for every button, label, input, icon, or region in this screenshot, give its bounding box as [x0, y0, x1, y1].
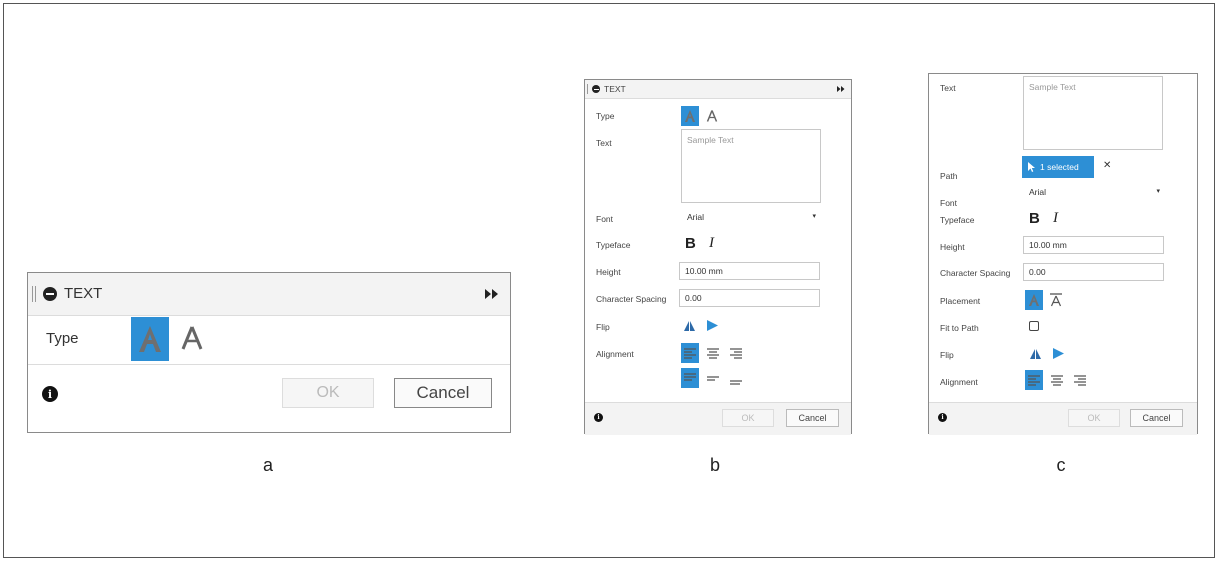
- flip-horizontal-icon[interactable]: [1052, 347, 1064, 359]
- text-type-button[interactable]: [131, 317, 169, 361]
- collapse-icon[interactable]: [592, 85, 600, 93]
- align-center-icon[interactable]: [705, 345, 721, 361]
- font-value: Arial: [1029, 187, 1047, 197]
- collapse-icon[interactable]: [43, 287, 57, 301]
- character-spacing-label: Character Spacing: [596, 294, 667, 304]
- text-label: Text: [940, 83, 956, 93]
- dialog-title: TEXT: [604, 84, 626, 94]
- path-label: Path: [940, 171, 958, 181]
- drag-handle[interactable]: [587, 84, 589, 94]
- font-label: Font: [596, 214, 614, 224]
- align-left-button[interactable]: [681, 343, 699, 363]
- cursor-icon: [1028, 162, 1035, 172]
- flip-label: Flip: [596, 322, 610, 332]
- align-right-icon[interactable]: [728, 345, 744, 361]
- dropdown-arrow-icon: ▾: [1156, 188, 1160, 195]
- height-input[interactable]: 10.00 mm: [679, 262, 820, 280]
- alignment-label: Alignment: [596, 349, 634, 359]
- bold-icon[interactable]: B: [1029, 210, 1040, 227]
- caption-c: c: [1056, 455, 1066, 475]
- font-value: Arial: [687, 212, 705, 222]
- divider: [28, 364, 510, 365]
- dropdown-arrow-icon: ▾: [812, 213, 816, 220]
- typeface-label: Typeface: [940, 215, 975, 225]
- font-select[interactable]: Arial ▾: [681, 208, 821, 226]
- font-label: Font: [940, 198, 958, 208]
- align-middle-icon[interactable]: [705, 370, 721, 386]
- dialog-header: TEXT: [28, 273, 510, 316]
- align-bottom-icon[interactable]: [728, 372, 744, 388]
- fit-to-path-checkbox[interactable]: [1029, 321, 1039, 331]
- alignment-label: Alignment: [940, 377, 978, 387]
- text-area[interactable]: Sample Text: [681, 129, 821, 203]
- ok-button[interactable]: OK: [722, 409, 774, 427]
- character-spacing-label: Character Spacing: [940, 268, 1011, 278]
- cancel-button[interactable]: Cancel: [394, 378, 492, 408]
- text-dialog-c: Text Sample Text Path 1 selected ✕ Font …: [928, 73, 1198, 435]
- height-label: Height: [596, 267, 621, 277]
- placement-above-icon[interactable]: [1049, 292, 1063, 308]
- text-on-path-type-button[interactable]: [704, 108, 720, 124]
- expand-icon[interactable]: [484, 287, 500, 301]
- text-on-path-type-button[interactable]: [177, 321, 207, 355]
- flip-vertical-icon[interactable]: [683, 319, 695, 331]
- path-select-button[interactable]: 1 selected: [1022, 156, 1094, 178]
- height-input[interactable]: 10.00 mm: [1023, 236, 1164, 254]
- text-dialog-b: TEXT Type Text Sample Text Font Arial ▾ …: [584, 79, 852, 435]
- caption-b: b: [709, 455, 720, 475]
- ok-button[interactable]: OK: [282, 378, 374, 408]
- align-center-icon[interactable]: [1049, 372, 1065, 388]
- dialog-title: TEXT: [64, 285, 103, 302]
- fit-to-path-label: Fit to Path: [940, 323, 979, 333]
- text-dialog-a: TEXT Type i OK Cancel: [27, 272, 511, 433]
- font-select[interactable]: Arial ▾: [1023, 183, 1165, 201]
- italic-icon[interactable]: I: [709, 235, 714, 252]
- dialog-footer: i OK Cancel: [585, 402, 851, 435]
- align-right-icon[interactable]: [1072, 372, 1088, 388]
- text-type-button[interactable]: [681, 106, 699, 126]
- align-top-button[interactable]: [681, 368, 699, 388]
- type-label: Type: [596, 111, 615, 121]
- italic-icon[interactable]: I: [1053, 210, 1058, 227]
- cancel-button[interactable]: Cancel: [1130, 409, 1183, 427]
- clear-path-icon[interactable]: ✕: [1103, 160, 1111, 171]
- ok-button[interactable]: OK: [1068, 409, 1120, 427]
- character-spacing-input[interactable]: 0.00: [1023, 263, 1164, 281]
- expand-icon[interactable]: [837, 85, 845, 93]
- caption-a: a: [262, 455, 273, 475]
- info-icon[interactable]: i: [938, 413, 947, 422]
- character-spacing-input[interactable]: 0.00: [679, 289, 820, 307]
- drag-handle[interactable]: [32, 286, 36, 302]
- type-label: Type: [46, 330, 79, 347]
- dialog-footer: i OK Cancel: [929, 402, 1197, 435]
- flip-label: Flip: [940, 350, 954, 360]
- placement-below-button[interactable]: [1025, 290, 1043, 310]
- height-label: Height: [940, 242, 965, 252]
- align-left-button[interactable]: [1025, 370, 1043, 390]
- bold-icon[interactable]: B: [685, 235, 696, 252]
- info-icon[interactable]: i: [594, 413, 603, 422]
- dialog-header: TEXT: [585, 80, 851, 99]
- text-area[interactable]: Sample Text: [1023, 76, 1163, 150]
- cancel-button[interactable]: Cancel: [786, 409, 839, 427]
- flip-vertical-icon[interactable]: [1029, 347, 1041, 359]
- path-selection-value: 1 selected: [1040, 162, 1079, 172]
- typeface-label: Typeface: [596, 240, 631, 250]
- info-icon[interactable]: i: [42, 386, 58, 402]
- placement-label: Placement: [940, 296, 981, 306]
- flip-horizontal-icon[interactable]: [706, 319, 718, 331]
- text-label: Text: [596, 138, 612, 148]
